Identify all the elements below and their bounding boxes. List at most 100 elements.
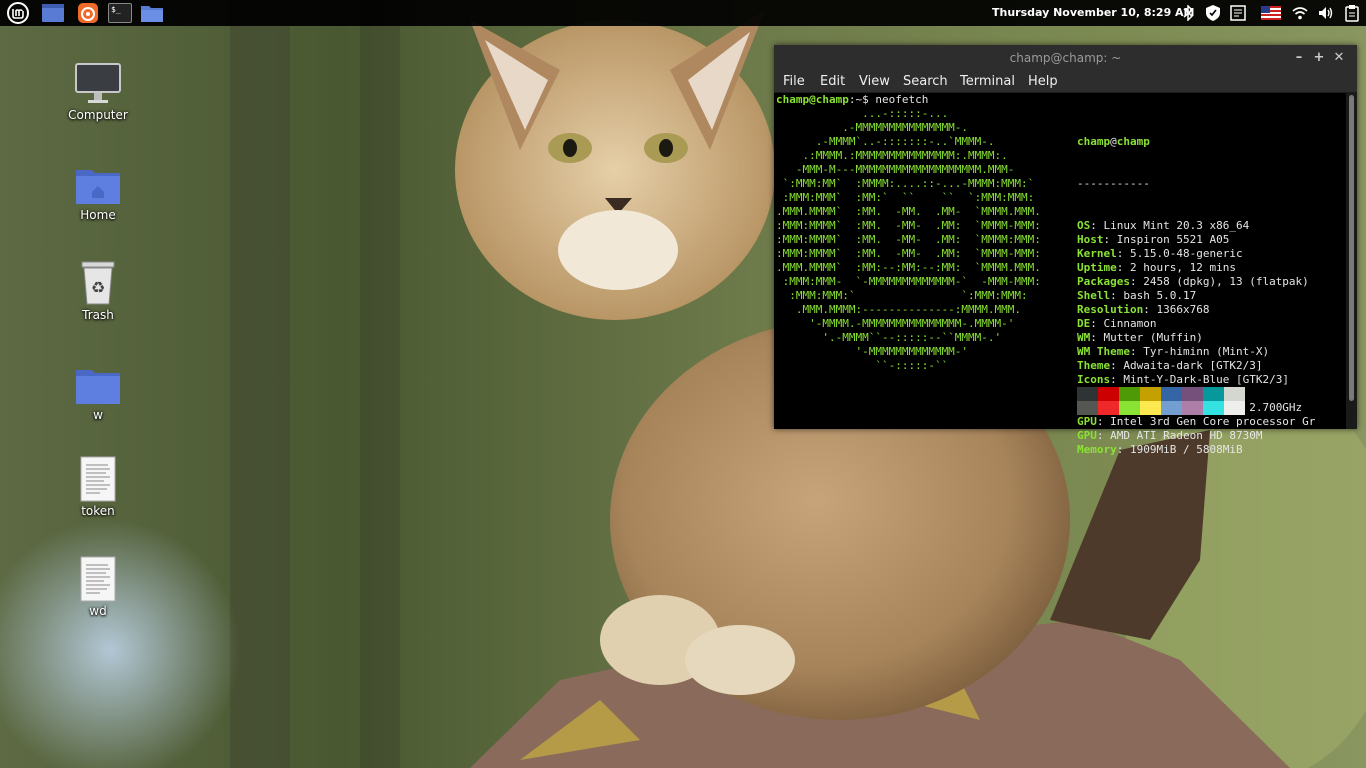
info-key: Shell: [1077, 289, 1111, 302]
info-row: Packages: 2458 (dpkg), 13 (flatpak): [1077, 275, 1315, 289]
info-key: DE: [1077, 317, 1091, 330]
info-key: WM Theme: [1077, 345, 1130, 358]
wifi-icon[interactable]: [1290, 3, 1310, 23]
window-title: champ@champ: ~: [1009, 51, 1122, 65]
folder-icon: [53, 356, 143, 406]
info-key: GPU: [1077, 429, 1097, 442]
info-key: GPU: [1077, 415, 1097, 428]
desktop-icon-label: Trash: [82, 308, 114, 322]
desktop-icon-label: Home: [80, 208, 116, 222]
info-key: Memory: [1077, 443, 1117, 456]
info-key: OS: [1077, 219, 1091, 232]
desktop-icon-label: token: [81, 504, 115, 518]
palette-swatch: [1161, 387, 1182, 401]
notes-icon[interactable]: [1228, 3, 1248, 23]
scrollbar-thumb[interactable]: [1349, 95, 1354, 401]
menu-help[interactable]: Help: [1028, 71, 1058, 92]
info-colon: :: [1116, 247, 1130, 260]
desktop-icon-w-folder[interactable]: w: [53, 356, 143, 422]
info-key: WM: [1077, 331, 1091, 344]
info-header: champ@champ: [1077, 135, 1315, 149]
info-colon: :: [1116, 261, 1130, 274]
info-row: OS: Linux Mint 20.3 x86_64: [1077, 219, 1315, 233]
linux-mint-menu-icon[interactable]: [6, 1, 30, 25]
info-row: GPU: AMD ATI Radeon HD 8730M: [1077, 429, 1315, 443]
info-row: Host: Inspiron 5521 A05: [1077, 233, 1315, 247]
terminal-scrollbar[interactable]: [1346, 93, 1357, 429]
info-value: Adwaita-dark [GTK2/3]: [1123, 359, 1263, 372]
terminal-output[interactable]: champ@champ:~$ neofetch ...-:::::-... .-…: [774, 93, 1344, 456]
palette-swatch: [1203, 401, 1224, 415]
info-key: Theme: [1077, 359, 1111, 372]
menu-view[interactable]: View: [859, 71, 890, 92]
maximize-button[interactable]: +: [1309, 45, 1329, 71]
info-value: Tyr-himinn (Mint-X): [1143, 345, 1270, 358]
trash-icon: ♻: [53, 256, 143, 306]
info-value: 2 hours, 12 mins: [1130, 261, 1236, 274]
desktop-icon-home[interactable]: Home: [53, 156, 143, 222]
minimize-button[interactable]: –: [1289, 45, 1309, 71]
palette-swatch: [1119, 401, 1140, 415]
palette-swatch: [1140, 387, 1161, 401]
files-icon[interactable]: [140, 1, 164, 25]
info-key: Uptime: [1077, 261, 1117, 274]
info-colon: :: [1110, 289, 1124, 302]
info-row: WM Theme: Tyr-himinn (Mint-X): [1077, 345, 1315, 359]
info-at: @: [1110, 135, 1117, 148]
info-value: bash 5.0.17: [1123, 289, 1197, 302]
terminal-icon[interactable]: $_: [108, 1, 132, 25]
palette-swatch: [1224, 401, 1245, 415]
info-colon: :: [1110, 359, 1124, 372]
terminal-icon-glyph: $_: [108, 3, 132, 23]
palette-swatch: [1098, 387, 1119, 401]
update-manager-shield-icon[interactable]: [1203, 3, 1223, 23]
desktop-icon-wd-file[interactable]: wd: [53, 556, 143, 618]
palette-swatch: [1161, 401, 1182, 415]
clipboard-icon[interactable]: [1342, 3, 1362, 23]
menu-file[interactable]: File: [783, 71, 805, 92]
desktop-icon-token-file[interactable]: token: [53, 456, 143, 518]
top-panel: $_ Thursday November 10, 8:29 AM: [0, 0, 1366, 26]
info-value: 2458 (dpkg), 13 (flatpak): [1143, 275, 1309, 288]
svg-text:♻: ♻: [91, 278, 105, 297]
desktop-icon-label: wd: [89, 604, 107, 618]
info-key: Packages: [1077, 275, 1130, 288]
info-value: Inspiron 5521 A05: [1116, 233, 1230, 246]
info-host: champ: [1116, 135, 1150, 148]
text-document-icon: [53, 556, 143, 602]
volume-icon[interactable]: [1316, 3, 1336, 23]
desktop-icon-trash[interactable]: ♻ Trash: [53, 256, 143, 322]
close-button[interactable]: ✕: [1329, 45, 1349, 71]
palette-swatch: [1077, 401, 1098, 415]
menu-edit[interactable]: Edit: [820, 71, 845, 92]
desktop-icon-label: Computer: [68, 108, 128, 122]
info-value: Linux Mint 20.3 x86_64: [1103, 219, 1250, 232]
neofetch-ascii-logo: ...-:::::-... .-MMMMMMMMMMMMMMM-. .-MMMM…: [776, 107, 1041, 372]
palette-swatch: [1098, 401, 1119, 415]
panel-clock[interactable]: Thursday November 10, 8:29 AM: [992, 0, 1195, 26]
home-folder-icon: [53, 156, 143, 206]
info-row: Uptime: 2 hours, 12 mins: [1077, 261, 1315, 275]
terminal-menubar: File Edit View Search Terminal Help: [774, 71, 1357, 93]
info-row: Theme: Adwaita-dark [GTK2/3]: [1077, 359, 1315, 373]
info-value: 5.15.0-48-generic: [1130, 247, 1243, 260]
desktop-icon-label: w: [93, 408, 103, 422]
firefox-icon[interactable]: [76, 1, 100, 25]
menu-search[interactable]: Search: [903, 71, 948, 92]
palette-swatch: [1182, 401, 1203, 415]
info-row: Icons: Mint-Y-Dark-Blue [GTK2/3]: [1077, 373, 1315, 387]
menu-terminal[interactable]: Terminal: [960, 71, 1015, 92]
terminal-titlebar[interactable]: champ@champ: ~ – + ✕: [774, 45, 1357, 71]
info-value: Mutter (Muffin): [1103, 331, 1203, 344]
desktop-icon-computer[interactable]: Computer: [53, 56, 143, 122]
palette-swatch: [1077, 387, 1098, 401]
prompt-command: neofetch: [875, 93, 929, 106]
keyboard-layout-us-flag-icon[interactable]: [1259, 3, 1283, 23]
terminal-window[interactable]: champ@champ: ~ – + ✕ File Edit View Sear…: [774, 45, 1357, 456]
info-colon: :: [1090, 317, 1104, 330]
show-desktop-icon[interactable]: [41, 1, 65, 25]
info-separator-text: -----------: [1077, 177, 1150, 190]
bluetooth-icon[interactable]: [1178, 3, 1198, 23]
info-row: Shell: bash 5.0.17: [1077, 289, 1315, 303]
palette-swatch: [1203, 387, 1224, 401]
